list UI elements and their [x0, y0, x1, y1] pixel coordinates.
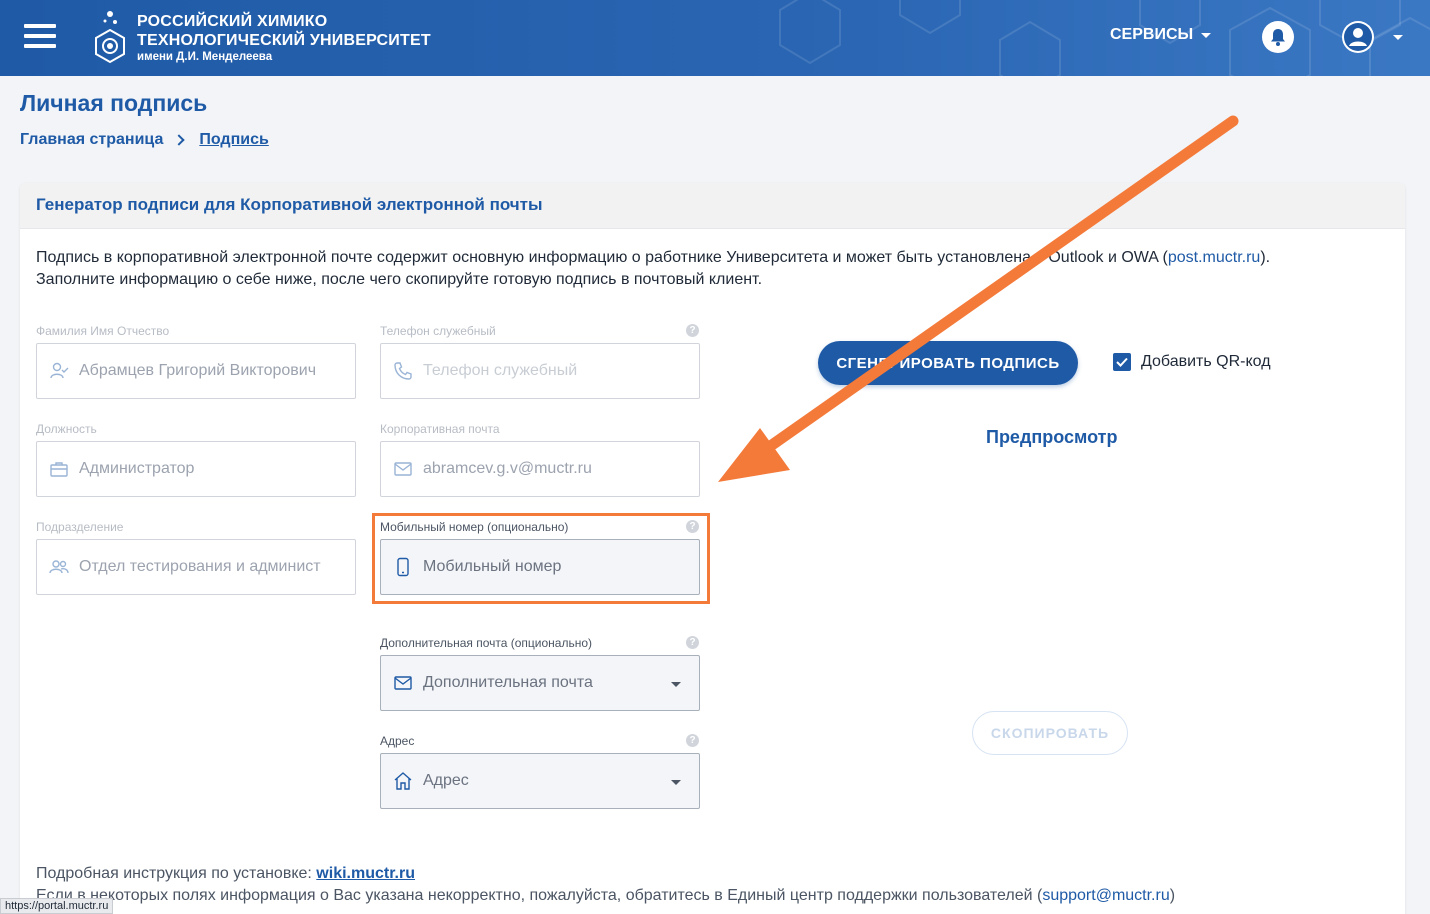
logo-line-1: РОССИЙСКИЙ ХИМИКО [137, 13, 328, 30]
extra-email-help-icon[interactable]: ? [686, 636, 699, 649]
add-qr-label: Добавить QR-код [1141, 353, 1271, 370]
email-label: Корпоративная почта [380, 422, 500, 436]
checkbox-checked-icon[interactable] [1113, 353, 1131, 371]
breadcrumb-current-link[interactable]: Подпись [199, 131, 268, 149]
support-email-link[interactable]: support@muctr.ru [1042, 887, 1169, 904]
phone-input[interactable]: Телефон служебный [380, 343, 700, 399]
card-title: Генератор подписи для Корпоративной элек… [20, 183, 1405, 229]
university-name[interactable]: РОССИЙСКИЙ ХИМИКО ТЕХНОЛОГИЧЕСКИЙ УНИВЕР… [137, 12, 431, 64]
department-label: Подразделение [36, 520, 124, 534]
annotation-highlight-box [372, 513, 710, 604]
address-help-icon[interactable]: ? [686, 734, 699, 747]
hexagon-pattern [779, 0, 1430, 76]
breadcrumb: Главная страница Подпись [20, 131, 269, 149]
mail-icon [394, 462, 412, 476]
generate-signature-button[interactable]: СГЕНЕРИРОВАТЬ ПОДПИСЬ [818, 341, 1078, 385]
logo-line-2: ТЕХНОЛОГИЧЕСКИЙ УНИВЕРСИТЕТ [137, 32, 431, 49]
chevron-down-icon [671, 780, 681, 785]
fio-field[interactable]: Абрамцев Григорий Викторович [36, 343, 356, 399]
page-title: Личная подпись [20, 90, 208, 116]
users-icon [49, 560, 69, 574]
phone-placeholder: Телефон служебный [423, 362, 578, 379]
breadcrumb-home-link[interactable]: Главная страница [20, 131, 163, 149]
top-navbar: РОССИЙСКИЙ ХИМИКО ТЕХНОЛОГИЧЕСКИЙ УНИВЕР… [0, 0, 1430, 76]
department-value: Отдел тестирования и админист [79, 558, 321, 575]
chevron-down-icon [1201, 32, 1212, 38]
chevron-down-icon [671, 682, 681, 687]
email-value: abramcev.g.v@muctr.ru [423, 460, 592, 477]
position-field[interactable]: Администратор [36, 441, 356, 497]
post-link[interactable]: post.muctr.ru [1168, 249, 1260, 266]
briefcase-icon [50, 462, 68, 477]
intro-text-part1: Подпись в корпоративной электронной почт… [36, 249, 1168, 266]
position-label: Должность [36, 422, 97, 436]
user-menu-chevron-icon[interactable] [1393, 35, 1403, 40]
fio-label: Фамилия Имя Отчество [36, 324, 170, 338]
instruction-line: Подробная инструкция по установке: wiki.… [36, 863, 1336, 885]
fio-value: Абрамцев Григорий Викторович [79, 362, 317, 379]
copy-button[interactable]: СКОПИРОВАТЬ [972, 711, 1128, 755]
support-line: Если в некоторых полях информация о Вас … [36, 885, 1336, 907]
intro-text: Подпись в корпоративной электронной почт… [36, 247, 1296, 291]
status-bar-url: https://portal.muctr.ru [0, 898, 114, 914]
add-qr-checkbox[interactable]: Добавить QR-код [1113, 353, 1271, 371]
phone-icon [394, 362, 412, 380]
university-logo-icon [95, 11, 125, 64]
services-label: СЕРВИСЫ [1110, 26, 1194, 43]
extra-email-label: Дополнительная почта (опционально) [380, 636, 592, 650]
extra-email-select[interactable]: Дополнительная почта [380, 655, 700, 711]
email-field[interactable]: abramcev.g.v@muctr.ru [380, 441, 700, 497]
user-check-icon [50, 362, 69, 379]
address-placeholder: Адрес [423, 772, 469, 789]
address-label: Адрес [380, 734, 415, 748]
footer-info: Подробная инструкция по установке: wiki.… [36, 863, 1336, 907]
support-suffix: ) [1169, 887, 1176, 904]
position-value: Администратор [79, 460, 195, 477]
preview-heading: Предпросмотр [986, 427, 1118, 447]
chevron-right-icon [173, 134, 186, 146]
wiki-link[interactable]: wiki.muctr.ru [316, 865, 415, 882]
mail-icon [394, 676, 412, 690]
phone-label: Телефон служебный [380, 324, 496, 338]
signature-generator-card: Генератор подписи для Корпоративной элек… [20, 183, 1405, 914]
user-avatar-icon[interactable] [1342, 21, 1374, 53]
logo-line-3: имени Д.И. Менделеева [137, 51, 273, 63]
extra-email-placeholder: Дополнительная почта [423, 674, 593, 691]
phone-help-icon[interactable]: ? [686, 324, 699, 337]
services-menu[interactable]: СЕРВИСЫ [1110, 26, 1212, 44]
address-select[interactable]: Адрес [380, 753, 700, 809]
menu-icon[interactable] [24, 24, 56, 52]
support-prefix: Если в некоторых полях информация о Вас … [36, 887, 1043, 904]
department-field[interactable]: Отдел тестирования и админист [36, 539, 356, 595]
notifications-bell-icon[interactable] [1262, 21, 1294, 53]
home-icon [394, 772, 412, 790]
instruction-prefix: Подробная инструкция по установке: [36, 865, 317, 882]
